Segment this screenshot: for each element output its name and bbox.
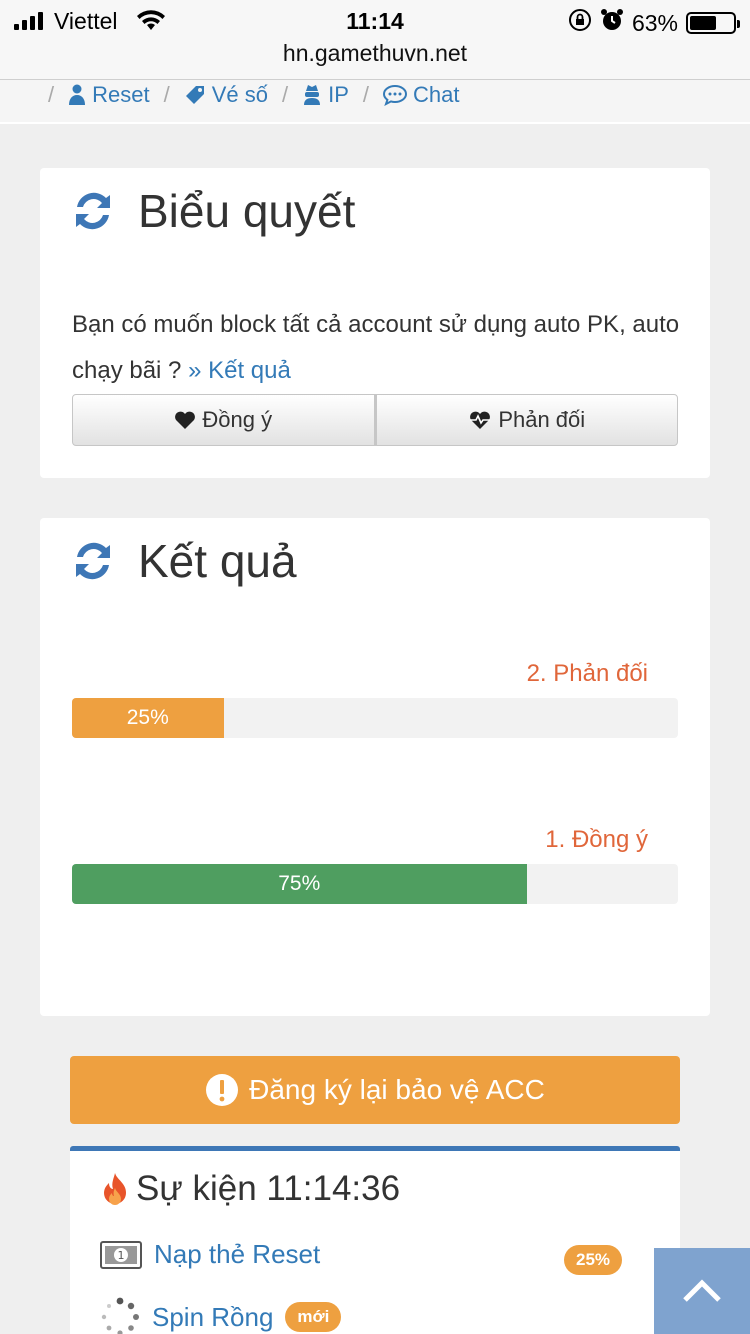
alarm-icon bbox=[600, 8, 624, 38]
nav-separator: / bbox=[282, 82, 289, 107]
nav-ip-label: IP bbox=[328, 82, 349, 107]
poll-panel: Biểu quyết Bạn có muốn block tất cả acco… bbox=[40, 168, 710, 478]
vote-button-group: Đồng ý Phản đối bbox=[72, 394, 678, 446]
exclamation-circle-icon bbox=[206, 1074, 239, 1106]
progress-fill-agree: 75% bbox=[72, 864, 527, 904]
fire-icon bbox=[104, 1173, 126, 1205]
poll-title: Biểu quyết bbox=[138, 185, 356, 237]
register-acc-label: Đăng ký lại bảo vệ ACC bbox=[249, 1074, 545, 1105]
battery-percent: 63% bbox=[631, 9, 678, 36]
event-badge-spin: mới bbox=[285, 1302, 342, 1332]
heart-icon bbox=[175, 411, 196, 429]
top-nav: / Reset / Vé số / IP / Chat bbox=[0, 80, 750, 124]
nav-chat[interactable]: Chat bbox=[383, 82, 460, 108]
events-panel: Sự kiện 11:14:36 1 Nạp thẻ Reset 25% Spi… bbox=[70, 1146, 680, 1334]
nav-separator: / bbox=[362, 82, 370, 107]
nav-separator: / bbox=[163, 82, 170, 107]
nav-reset[interactable]: Reset bbox=[68, 82, 150, 108]
nav-lottery-label: Vé số bbox=[211, 82, 268, 107]
status-bar: Viettel 11:14 63% bbox=[0, 6, 750, 36]
browser-top-bar: Viettel 11:14 63% hn.gamethuvn.net bbox=[0, 0, 750, 80]
events-title: Sự kiện 11:14:36 bbox=[136, 1169, 401, 1208]
money-icon: 1 bbox=[100, 1240, 142, 1269]
ticket-icon bbox=[185, 86, 204, 104]
disagree-button[interactable]: Phản đối bbox=[374, 394, 678, 446]
chevron-up-icon bbox=[683, 1279, 721, 1302]
disagree-label: Phản đối bbox=[498, 407, 586, 432]
result-link[interactable]: » Kết quả bbox=[188, 357, 291, 384]
progress-text-disagree: 25% bbox=[126, 706, 169, 729]
refresh-icon bbox=[76, 192, 110, 230]
progress-bar-agree: 75% bbox=[72, 864, 678, 904]
progress-bar-disagree: 25% bbox=[72, 698, 678, 738]
results-panel: Kết quả 2. Phản đối 25% 1. Đồng ý 75% bbox=[40, 518, 710, 1016]
result-label-agree: 1. Đồng ý bbox=[545, 826, 648, 853]
user-icon bbox=[69, 84, 86, 105]
orientation-lock-icon bbox=[568, 8, 592, 38]
url-bar[interactable]: hn.gamethuvn.net bbox=[0, 40, 750, 67]
nav-reset-label: Reset bbox=[92, 82, 150, 107]
events-heading: Sự kiện 11:14:36 bbox=[102, 1169, 400, 1209]
progress-fill-disagree: 25% bbox=[72, 698, 224, 738]
results-heading: Kết quả bbox=[72, 534, 297, 588]
progress-text-agree: 75% bbox=[278, 872, 321, 895]
event-item-spin[interactable]: Spin Rồng mới bbox=[100, 1297, 342, 1334]
register-acc-protection-button[interactable]: Đăng ký lại bảo vệ ACC bbox=[70, 1056, 680, 1124]
poll-question: Bạn có muốn block tất cả account sử dụng… bbox=[72, 311, 680, 384]
svg-text:1: 1 bbox=[118, 1249, 125, 1262]
agree-label: Đồng ý bbox=[202, 407, 273, 432]
nav-separator: / bbox=[48, 82, 55, 107]
nav-lottery[interactable]: Vé số bbox=[184, 82, 268, 108]
event-label-recharge: Nạp thẻ Reset bbox=[154, 1239, 321, 1269]
battery-icon bbox=[686, 12, 740, 34]
comment-icon bbox=[383, 84, 408, 106]
nav-ip[interactable]: IP bbox=[302, 82, 349, 108]
scroll-to-top-button[interactable] bbox=[654, 1248, 750, 1334]
results-title: Kết quả bbox=[138, 535, 297, 587]
event-item-recharge[interactable]: 1 Nạp thẻ Reset bbox=[100, 1239, 320, 1270]
heartbeat-icon bbox=[470, 411, 491, 429]
event-label-spin: Spin Rồng bbox=[152, 1301, 274, 1332]
event-badge-recharge: 25% bbox=[564, 1245, 623, 1275]
poll-heading: Biểu quyết bbox=[72, 184, 355, 238]
result-label-disagree: 2. Phản đối bbox=[526, 660, 648, 687]
user-secret-icon bbox=[304, 85, 321, 105]
nav-chat-label: Chat bbox=[413, 82, 460, 107]
agree-button[interactable]: Đồng ý bbox=[72, 394, 375, 446]
poll-question-block: Bạn có muốn block tất cả account sử dụng… bbox=[72, 302, 682, 394]
spinner-icon bbox=[101, 1297, 139, 1334]
refresh-icon bbox=[76, 542, 110, 580]
